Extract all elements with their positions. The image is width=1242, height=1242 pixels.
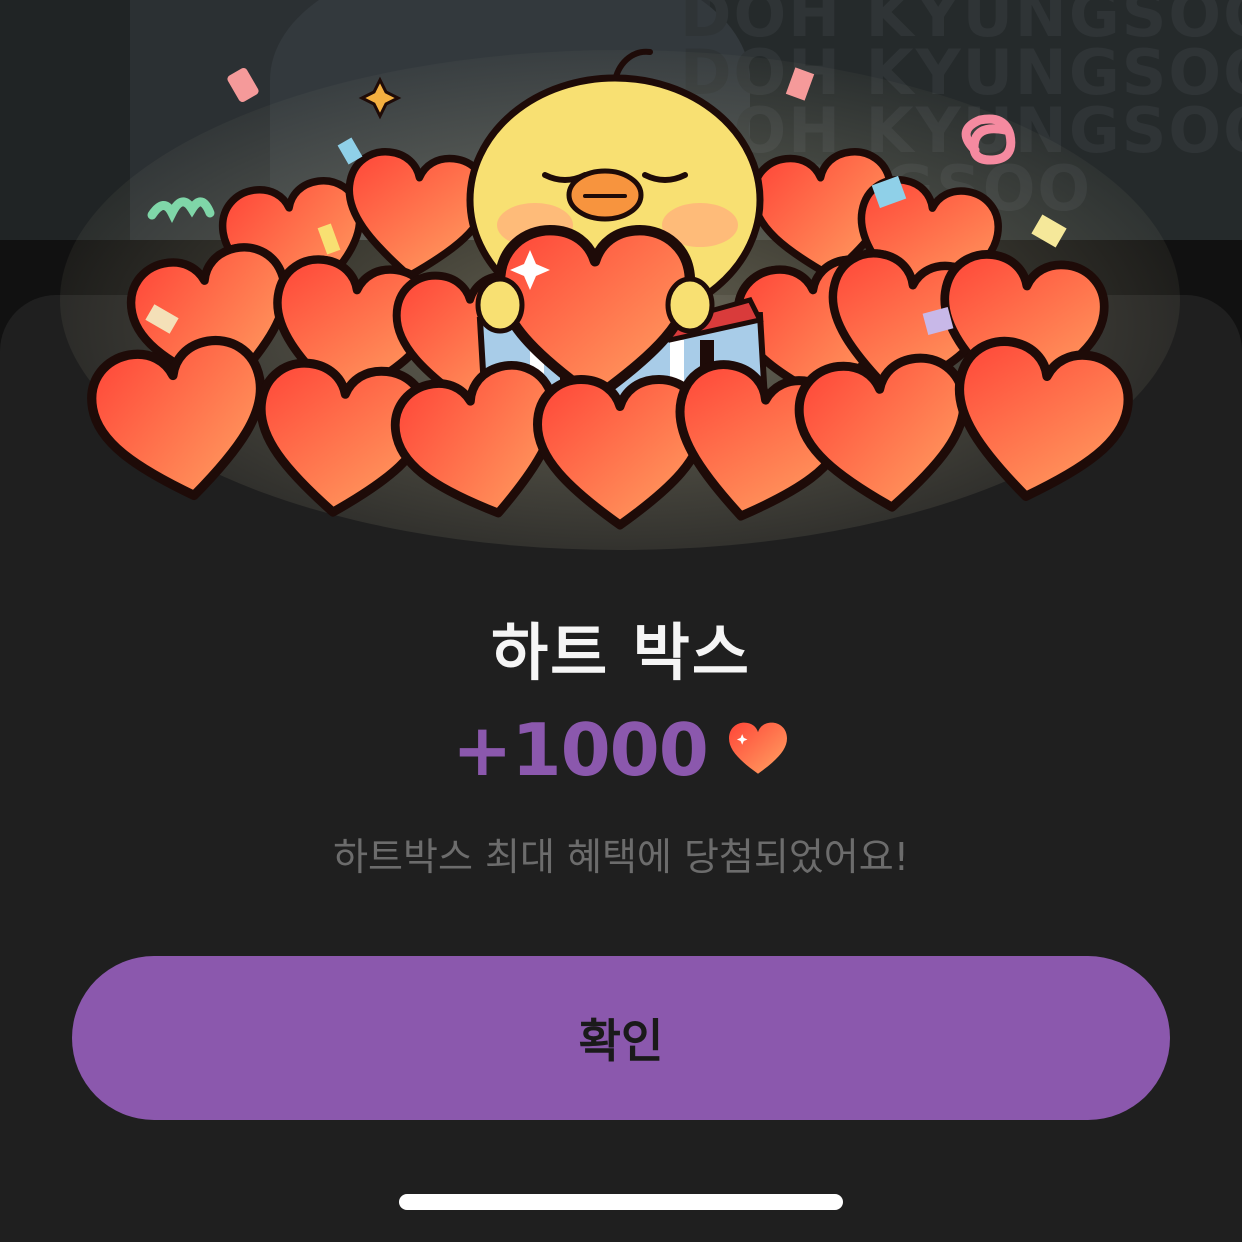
confirm-button[interactable]: 확인 [72, 956, 1170, 1120]
reward-message: 하트박스 최대 혜택에 당첨되었어요! [333, 835, 909, 879]
screen: DOH KYUNGSOO DOH KYUNGSOO DOH KYUNGSOO K… [0, 0, 1242, 1242]
heart-icon [728, 722, 787, 774]
reward-amount: +1000 [452, 708, 709, 792]
reward-amount-row: +1000 [0, 708, 1242, 792]
confirm-button-label: 확인 [578, 1015, 664, 1067]
modal-title: 하트 박스 [491, 616, 751, 689]
home-indicator[interactable] [399, 1194, 843, 1210]
heart-box-illustration [60, 48, 1180, 550]
